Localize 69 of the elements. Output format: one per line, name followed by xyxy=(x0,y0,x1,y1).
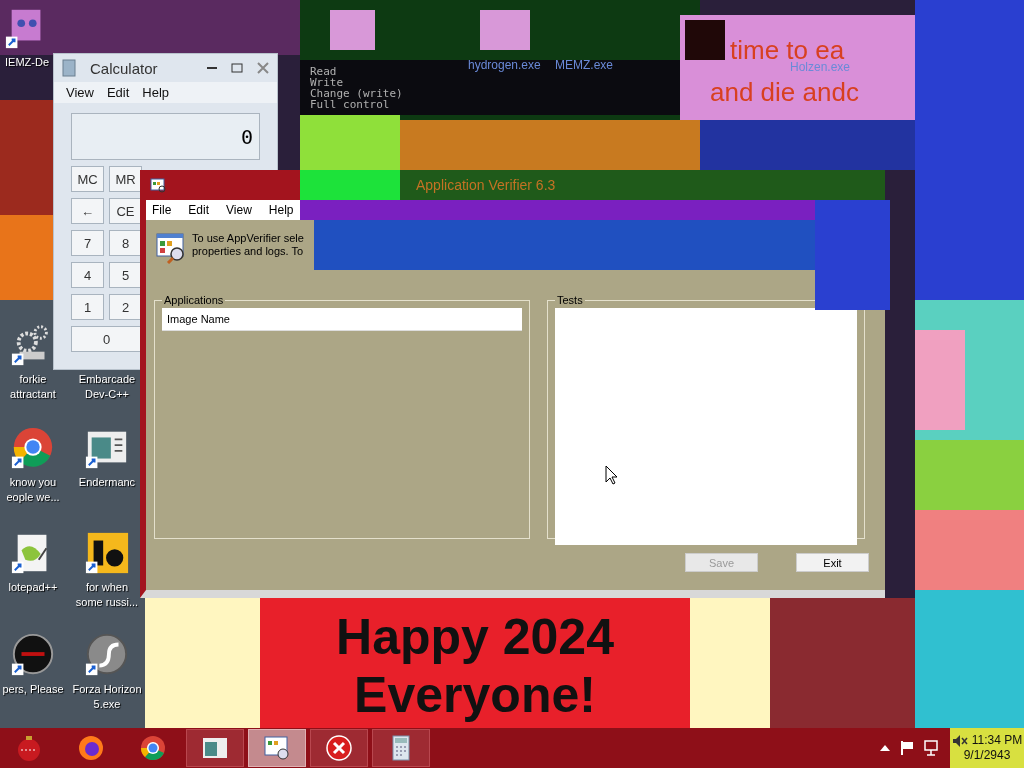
icon-label[interactable]: lotepad++ xyxy=(8,580,58,595)
icon-label: Holzen.exe xyxy=(790,60,851,74)
console-line: Read xyxy=(310,66,337,77)
clock-time: 11:34 PM xyxy=(971,733,1023,748)
instruction-text: To use AppVerifier sele properties and logs. To xyxy=(192,232,304,258)
cursor-icon xyxy=(605,465,618,485)
icon-label: hydrogen.exe xyxy=(468,58,541,72)
calculator-key[interactable]: 1 xyxy=(71,294,104,320)
icon-label: MEMZ.exe xyxy=(555,58,613,72)
icon-label[interactable]: Endermanc xyxy=(78,475,136,490)
calculator-key[interactable]: CE xyxy=(109,198,142,224)
taskbar-button[interactable] xyxy=(186,729,244,767)
calculator-icon xyxy=(62,59,76,77)
icon-label[interactable]: pers, Please xyxy=(2,682,64,697)
calculator-key[interactable]: 2 xyxy=(109,294,142,320)
clock-date: 9/1/2943 xyxy=(963,748,1011,763)
group-label: Tests xyxy=(556,294,584,306)
calculator-key[interactable]: 8 xyxy=(109,230,142,256)
icon-label[interactable]: Forza Horizon 5.exe xyxy=(72,682,142,712)
app-window-icon xyxy=(263,734,291,762)
muted-speaker-icon[interactable] xyxy=(951,733,968,748)
console-line: Full control xyxy=(310,99,390,110)
column-header[interactable]: Image Name xyxy=(162,308,522,331)
close-icon[interactable] xyxy=(257,62,269,74)
icon-label[interactable]: Embarcade Dev-C++ xyxy=(78,372,136,402)
app-window-icon xyxy=(156,232,186,264)
group-label: Applications xyxy=(163,294,225,306)
menu-item[interactable]: File xyxy=(152,203,172,217)
taskbar-button[interactable] xyxy=(310,729,368,767)
icon-label[interactable]: forkie attractant xyxy=(10,372,56,402)
calculator-key[interactable]: 0 xyxy=(71,326,142,352)
window-title: Calculator xyxy=(90,59,158,77)
greeting-text: Happy 2024 Everyone! xyxy=(260,598,690,728)
maximize-icon[interactable] xyxy=(231,63,243,73)
console-line: Change (write) xyxy=(310,88,403,99)
ornament-icon xyxy=(15,734,43,762)
calculator-key[interactable]: MC xyxy=(71,166,104,192)
console-line: Write xyxy=(310,77,344,88)
calculator-key[interactable]: 7 xyxy=(71,230,104,256)
calculator-key[interactable]: 4 xyxy=(71,262,104,288)
icon-label[interactable]: know you eople we... xyxy=(6,475,60,505)
flag-icon[interactable] xyxy=(900,740,914,756)
menu-item[interactable]: View xyxy=(66,85,94,100)
up-arrow-icon[interactable] xyxy=(880,744,890,752)
menu-item[interactable]: Edit xyxy=(106,85,130,100)
icon-label[interactable]: for when some russi... xyxy=(75,580,139,610)
calculator-display: 0 xyxy=(71,113,260,160)
orb-icon[interactable] xyxy=(84,632,130,678)
window-title: Application Verifier 6.3 xyxy=(416,177,556,193)
error-icon xyxy=(325,734,353,762)
network-icon[interactable] xyxy=(924,740,940,756)
wallpaper-text: and die andc xyxy=(710,78,859,106)
disc-icon[interactable] xyxy=(10,632,56,678)
menu-item[interactable]: Help xyxy=(268,203,294,217)
browser-icon xyxy=(77,734,105,762)
taskbar-button[interactable] xyxy=(248,729,306,767)
calculator-key[interactable]: ← xyxy=(71,198,104,224)
menu-item[interactable]: Help xyxy=(142,85,170,100)
tile-icon[interactable] xyxy=(84,530,130,576)
calculator-key[interactable]: 5 xyxy=(109,262,142,288)
menu-item[interactable]: Edit xyxy=(188,203,210,217)
exit-button[interactable]: Exit xyxy=(796,553,869,572)
app-window-icon xyxy=(150,177,166,193)
menu-item[interactable]: View xyxy=(226,203,252,217)
taskbar-button[interactable] xyxy=(372,729,430,767)
icon-label[interactable]: IEMZ-De xyxy=(5,55,49,70)
browser-icon xyxy=(139,734,167,762)
calculator-key[interactable]: MR xyxy=(109,166,142,192)
clock[interactable]: 11:34 PM 9/1/2943 xyxy=(950,728,1024,768)
